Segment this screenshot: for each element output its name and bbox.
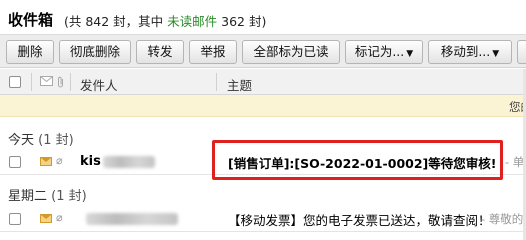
- mark-as-dropdown[interactable]: 标记为... ▼: [345, 40, 423, 64]
- email-preview: - 尊敬的: [481, 212, 524, 226]
- summary-suffix: 362 封): [217, 14, 267, 29]
- envelope-icon: [40, 76, 53, 86]
- move-to-dropdown[interactable]: 移动到... ▼: [428, 40, 512, 64]
- select-all-checkbox[interactable]: [9, 76, 21, 88]
- group-name: 今天: [8, 133, 35, 148]
- mail-toolbar: 删除 彻底删除 转发 举报 全部标为已读 标记为... ▼ 移动到... ▼: [0, 34, 526, 68]
- move-to-label: 移动到...: [440, 44, 491, 59]
- forward-button[interactable]: 转发: [136, 40, 184, 64]
- envelope-icon: [40, 214, 52, 223]
- row-checkbox[interactable]: [9, 213, 21, 225]
- column-header: 发件人 主题: [0, 69, 526, 95]
- report-button[interactable]: 举报: [189, 40, 237, 64]
- column-sender[interactable]: 发件人: [80, 75, 118, 94]
- unread-envelope-icon: [40, 157, 52, 166]
- mark-as-label: 标记为...: [354, 44, 405, 59]
- mark-all-read-button[interactable]: 全部标为已读: [242, 40, 340, 64]
- inbox-title: 收件箱: [8, 11, 54, 29]
- group-name: 星期二: [8, 189, 48, 204]
- sender-redacted: [103, 156, 155, 168]
- mail-count-summary: (共 842 封，其中 未读邮件 362 封): [64, 11, 266, 30]
- paperclip-icon: ⌀: [56, 211, 63, 224]
- highlight-annotation: [212, 140, 503, 180]
- email-row[interactable]: ⌀ 【移动发票】您的电子发票已送达，敬请查阅！ - 尊敬的: [0, 204, 526, 232]
- mailbox-header: 收件箱 (共 842 封，其中 未读邮件 362 封): [0, 0, 526, 34]
- group-count: (1 封): [38, 133, 74, 148]
- summary-prefix: (共 842 封，其中: [64, 14, 168, 29]
- paperclip-icon: [58, 76, 63, 88]
- unread-mail-link[interactable]: 未读邮件: [167, 14, 217, 29]
- delete-permanently-button[interactable]: 彻底删除: [59, 40, 131, 64]
- notice-bar: 您的: [0, 95, 526, 117]
- group-label-tuesday: 星期二 (1 封): [8, 185, 87, 204]
- column-subject[interactable]: 主题: [227, 75, 252, 94]
- chevron-down-icon: ▼: [492, 49, 500, 59]
- chevron-down-icon: ▼: [406, 49, 414, 59]
- sender-redacted: [86, 213, 178, 225]
- group-count: (1 封): [51, 189, 87, 204]
- paperclip-icon: ⌀: [56, 154, 63, 167]
- email-subject[interactable]: 【移动发票】您的电子发票已送达，敬请查阅！: [228, 210, 491, 229]
- more-button[interactable]: [517, 40, 526, 64]
- row-checkbox[interactable]: [9, 156, 21, 168]
- column-divider: [216, 73, 217, 91]
- column-divider: [31, 73, 32, 91]
- column-divider: [70, 73, 71, 91]
- sender-name: kis: [80, 154, 101, 169]
- group-label-today: 今天 (1 封): [8, 129, 74, 148]
- delete-button[interactable]: 删除: [6, 40, 54, 64]
